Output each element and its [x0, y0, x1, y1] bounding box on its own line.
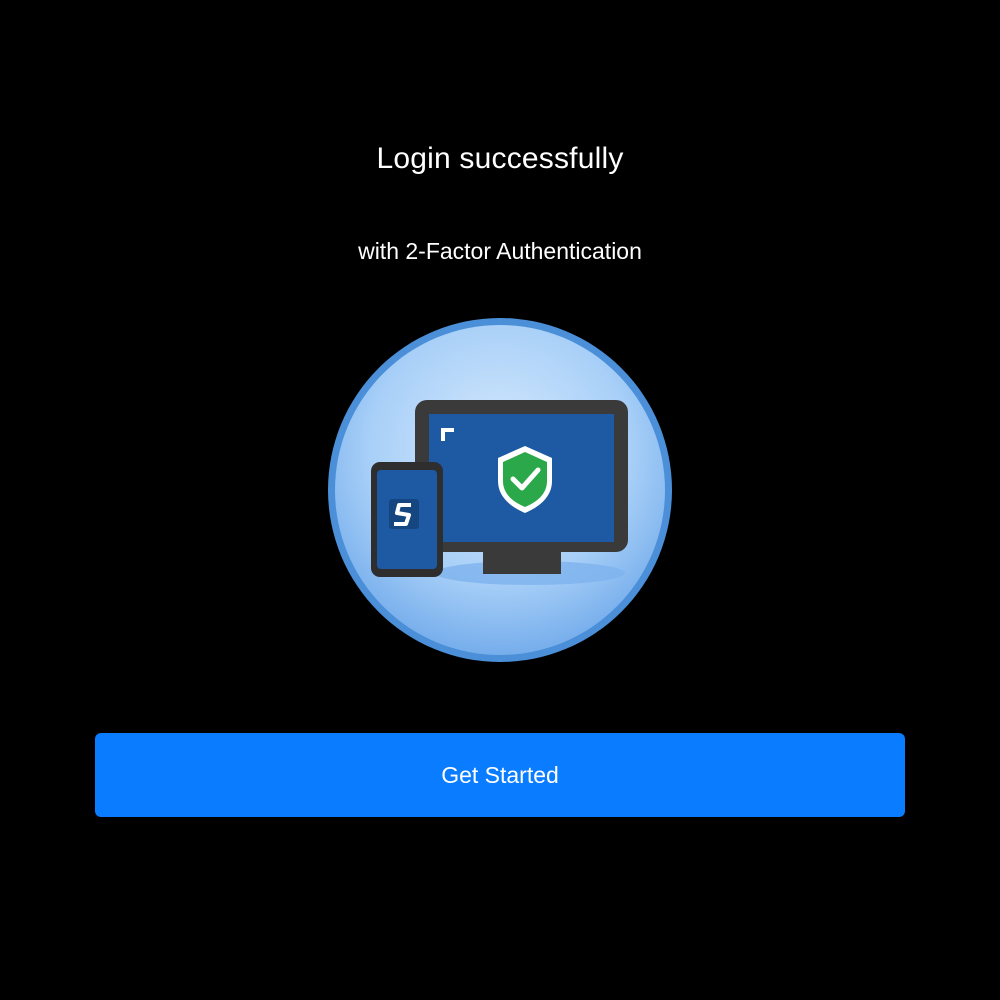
get-started-button[interactable]: Get Started	[95, 733, 905, 817]
page-subtitle: with 2-Factor Authentication	[358, 238, 642, 264]
page-title: Login successfully	[376, 142, 624, 175]
two-factor-illustration	[328, 318, 672, 662]
login-success-screen: Login successfully with 2-Factor Authent…	[0, 0, 1000, 1000]
app-logo-icon	[389, 499, 419, 529]
